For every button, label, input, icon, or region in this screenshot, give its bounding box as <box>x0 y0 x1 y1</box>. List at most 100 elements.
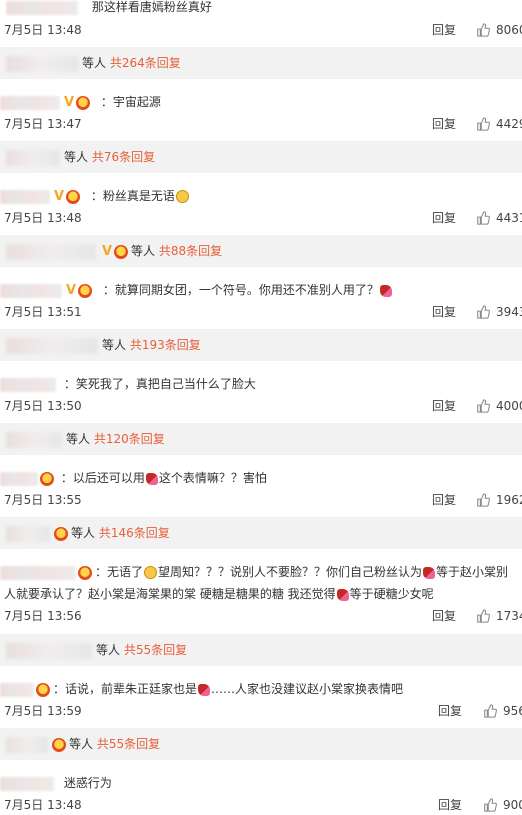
reply-prefix: 等人 <box>69 737 94 751</box>
comment-text: ：以后还可以用 <box>60 471 145 485</box>
like-count: 8060 <box>496 23 522 37</box>
reply-summary[interactable]: 等人 共55条回复 <box>0 634 522 666</box>
comment-time: 7月5日 13:48 <box>4 23 82 37</box>
comment-text: ……人家也没建议赵小棠家换表情吧 <box>211 682 404 696</box>
like-button[interactable]: 1962 <box>476 491 522 509</box>
reply-count-link[interactable]: 共55条回复 <box>97 737 160 751</box>
reply-count-link[interactable]: 共120条回复 <box>94 432 165 446</box>
like-button[interactable]: 4429 <box>476 115 522 133</box>
comment-text: 人就要承认了？赵小棠是海棠果的棠 硬糖是糖果的糖 我还觉得 <box>4 587 336 601</box>
reply-button[interactable]: 回复 <box>438 702 462 720</box>
avatar[interactable] <box>0 682 34 697</box>
comment-text: ：就算同期女团，一个符号。你用还不准别人用了？ <box>102 283 379 297</box>
v-badge-icon: V <box>63 94 75 110</box>
comment-time: 7月5日 13:47 <box>4 117 82 131</box>
reply-count-link[interactable]: 共264条回复 <box>110 56 181 70</box>
comment-time: 7月5日 13:59 <box>4 704 82 718</box>
bottle-emoji-icon <box>379 284 392 297</box>
reply-summary[interactable]: 等人 共193条回复 <box>0 329 522 361</box>
like-button[interactable]: 3943 <box>476 303 522 321</box>
thumbs-up-icon <box>477 23 490 37</box>
fan-badge-icon <box>52 737 66 752</box>
reply-button[interactable]: 回复 <box>432 607 456 625</box>
reply-count-link[interactable]: 共193条回复 <box>130 338 201 352</box>
reply-prefix: 等人 <box>64 150 89 164</box>
reply-summary[interactable]: 等人 共76条回复 <box>0 141 522 173</box>
like-button[interactable]: 956 <box>483 702 522 720</box>
thumbs-up-icon <box>484 704 497 718</box>
bottle-emoji-icon <box>145 472 158 485</box>
fan-badge-icon <box>40 471 54 486</box>
comment-text: ：无语了 <box>95 565 144 579</box>
reply-button[interactable]: 回复 <box>432 21 456 39</box>
reply-avatar <box>6 243 96 260</box>
avatar[interactable] <box>0 776 54 791</box>
thumbs-up-icon <box>477 609 490 623</box>
reply-button[interactable]: 回复 <box>438 796 462 814</box>
reply-summary[interactable]: V 等人 共88条回复 <box>0 235 522 267</box>
like-button[interactable]: 900 <box>483 796 522 814</box>
v-badge-icon: V <box>101 243 113 259</box>
comment-text: ：笑死我了，真把自己当什么了脸大 <box>63 377 256 391</box>
reply-summary[interactable]: 等人 共146条回复 <box>0 517 522 549</box>
reply-button[interactable]: 回复 <box>432 303 456 321</box>
reply-summary[interactable]: 等人 共120条回复 <box>0 423 522 455</box>
avatar[interactable] <box>0 377 56 392</box>
reply-summary[interactable]: 等人 共55条回复 <box>0 728 522 760</box>
like-count: 1734 <box>496 609 522 623</box>
avatar[interactable] <box>6 0 78 15</box>
thumbs-up-icon <box>477 117 490 131</box>
reply-avatar <box>6 149 60 166</box>
reply-prefix: 等人 <box>96 643 121 657</box>
like-button[interactable]: 4431 <box>476 209 522 227</box>
thumbs-up-icon <box>477 493 490 507</box>
like-button[interactable]: 4000 <box>476 397 522 415</box>
reply-prefix: 等人 <box>66 432 91 446</box>
fan-badge-icon <box>36 682 50 697</box>
comment-text: 望周知？？？说别人不要脸？？你们自己粉丝认为 <box>158 565 423 579</box>
bottle-emoji-icon <box>336 588 349 601</box>
like-count: 3943 <box>496 305 522 319</box>
like-button[interactable]: 1734 <box>476 607 522 625</box>
like-count: 900 <box>503 798 522 812</box>
reply-summary[interactable]: 等人 共264条回复 <box>0 47 522 79</box>
fan-badge-icon <box>78 565 92 580</box>
reply-count-link[interactable]: 共76条回复 <box>92 150 155 164</box>
avatar[interactable] <box>0 565 76 580</box>
reply-button[interactable]: 回复 <box>432 115 456 133</box>
like-button[interactable]: 8060 <box>476 21 522 39</box>
reply-button[interactable]: 回复 <box>432 209 456 227</box>
comment-time: 7月5日 13:48 <box>4 798 82 812</box>
reply-button[interactable]: 回复 <box>432 491 456 509</box>
v-badge-icon: V <box>65 282 77 298</box>
bottle-emoji-icon <box>198 683 211 696</box>
thumbs-up-icon <box>477 305 490 319</box>
reply-avatar <box>6 642 92 659</box>
reply-prefix: 等人 <box>71 526 96 540</box>
comment-text: ：粉丝真是无语 <box>90 189 175 203</box>
like-count: 1962 <box>496 493 522 507</box>
comment-text: 等于硬糖少女呢 <box>349 587 434 601</box>
reply-avatar <box>6 337 98 354</box>
fan-badge-icon <box>78 283 92 298</box>
fan-badge-icon <box>114 244 128 259</box>
avatar[interactable] <box>0 283 62 298</box>
avatar[interactable] <box>0 95 60 110</box>
comment-text: 迷惑行为 <box>63 776 112 790</box>
reply-count-link[interactable]: 共88条回复 <box>159 244 222 258</box>
reply-avatar <box>6 525 50 542</box>
comment-time: 7月5日 13:55 <box>4 493 82 507</box>
avatar[interactable] <box>0 471 38 486</box>
reply-count-link[interactable]: 共146条回复 <box>99 526 170 540</box>
comment-time: 7月5日 13:50 <box>4 399 82 413</box>
avatar[interactable] <box>0 189 50 204</box>
comment-time: 7月5日 13:51 <box>4 305 82 319</box>
comment-text: ：宇宙起源 <box>100 95 161 109</box>
reply-prefix: 等人 <box>131 244 156 258</box>
reply-count-link[interactable]: 共55条回复 <box>124 643 187 657</box>
reply-prefix: 等人 <box>82 56 107 70</box>
emoji-icon <box>175 190 189 203</box>
reply-button[interactable]: 回复 <box>432 397 456 415</box>
bottle-emoji-icon <box>423 566 436 579</box>
comment-time: 7月5日 13:56 <box>4 609 82 623</box>
